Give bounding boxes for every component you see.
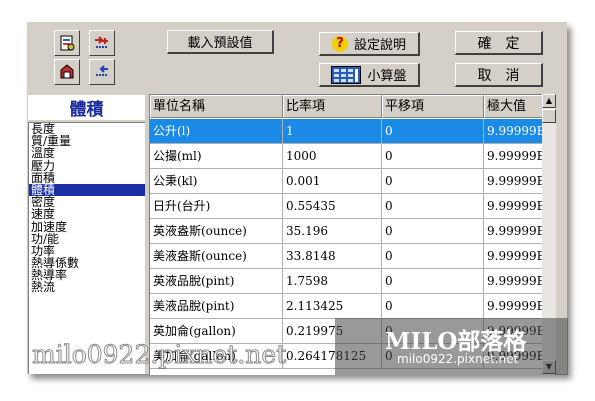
cell-unit-name[interactable]: 公升(l) — [150, 119, 283, 144]
open-file-icon[interactable] — [54, 30, 80, 56]
table-row[interactable]: 公秉(kl) 0.001 0 9.99999E — [150, 169, 554, 194]
help-button[interactable]: ? 設定說明 — [319, 32, 420, 56]
category-item[interactable]: 熱流 — [29, 281, 145, 293]
cell-unit-name[interactable]: 公撮(ml) — [150, 144, 283, 169]
cell-unit-name[interactable]: 日升(台升) — [150, 194, 283, 219]
cell-ratio[interactable]: 0.001 — [283, 169, 382, 194]
cell-ratio[interactable]: 1.7598 — [283, 269, 382, 294]
cell-offset[interactable]: 0 — [382, 269, 484, 294]
cell-unit-name[interactable]: 公秉(kl) — [150, 169, 283, 194]
table-row[interactable]: 美液盎斯(ounce) 33.8148 0 9.99999E — [150, 244, 554, 269]
table-row[interactable]: 公升(l) 1 0 9.99999E — [150, 119, 554, 144]
cell-offset[interactable]: 0 — [382, 244, 484, 269]
cell-offset[interactable]: 0 — [382, 219, 484, 244]
cell-unit-name[interactable]: 英液盎斯(ounce) — [150, 219, 283, 244]
load-defaults-button[interactable]: 載入預設值 — [167, 30, 274, 54]
cell-ratio[interactable]: 2.113425 — [283, 294, 382, 319]
cell-ratio[interactable]: 1 — [283, 119, 382, 144]
category-item[interactable]: 壓力 — [29, 159, 145, 172]
scroll-thumb[interactable] — [542, 109, 556, 123]
cancel-button[interactable]: 取 消 — [455, 63, 543, 87]
cell-ratio[interactable]: 1000 — [283, 144, 382, 169]
cell-offset[interactable]: 0 — [382, 294, 484, 319]
cell-ratio[interactable]: 35.196 — [283, 219, 382, 244]
add-unit-icon[interactable] — [89, 30, 115, 56]
column-header-ratio[interactable]: 比率項 — [283, 95, 382, 118]
table-row[interactable]: 公撮(ml) 1000 0 9.99999E — [150, 144, 554, 169]
watermark-title: MILO部落格 — [385, 328, 527, 355]
ok-label: 確 定 — [477, 35, 520, 52]
table-row[interactable]: 英液品脫(pint) 1.7598 0 9.99999E — [150, 269, 554, 294]
scroll-up-icon[interactable]: ▲ — [542, 94, 556, 108]
cell-unit-name[interactable]: 美液盎斯(ounce) — [150, 244, 283, 269]
cell-offset[interactable]: 0 — [382, 169, 484, 194]
remove-unit-icon[interactable] — [89, 59, 115, 85]
calculator-label: 小算盤 — [367, 69, 407, 84]
table-row[interactable]: 英液盎斯(ounce) 35.196 0 9.99999E — [150, 219, 554, 244]
cell-offset[interactable]: 0 — [382, 119, 484, 144]
category-item[interactable]: 速度 — [29, 208, 145, 220]
watermark-large-url: milo0922.pixnet.net — [31, 340, 287, 370]
cancel-label: 取 消 — [477, 67, 520, 84]
category-item[interactable]: 加速度 — [29, 220, 145, 233]
help-label: 設定說明 — [353, 38, 406, 53]
ok-button[interactable]: 確 定 — [455, 31, 543, 55]
cell-offset[interactable]: 0 — [382, 194, 484, 219]
watermark-url: milo0922.pixnet.net — [397, 352, 519, 366]
cell-offset[interactable]: 0 — [382, 144, 484, 169]
cell-ratio[interactable]: 33.8148 — [283, 244, 382, 269]
calculator-button[interactable]: 小算盤 — [319, 63, 420, 87]
load-defaults-label: 載入預設值 — [187, 36, 253, 51]
cell-unit-name[interactable]: 美液品脫(pint) — [150, 294, 283, 319]
category-item[interactable]: 溫度 — [29, 147, 145, 159]
column-header-offset[interactable]: 平移項 — [382, 95, 484, 118]
edit-file-icon[interactable] — [54, 59, 80, 85]
cell-ratio[interactable]: 0.55435 — [283, 194, 382, 219]
table-row[interactable]: 美液品脫(pint) 2.113425 0 9.99999E — [150, 294, 554, 319]
table-row[interactable]: 日升(台升) 0.55435 0 9.99999E — [150, 194, 554, 219]
help-icon: ? — [331, 35, 348, 52]
category-title: 體積 — [28, 95, 145, 120]
calculator-icon — [331, 65, 362, 84]
cell-unit-name[interactable]: 英液品脫(pint) — [150, 269, 283, 294]
category-list[interactable]: 長度 質/重量 溫度 壓力 面積 體積 密度 速度 加速度 功/能 功率 熱導係數 熱導率 熱流 — [28, 122, 145, 374]
column-header-name[interactable]: 單位名稱 — [150, 95, 283, 118]
